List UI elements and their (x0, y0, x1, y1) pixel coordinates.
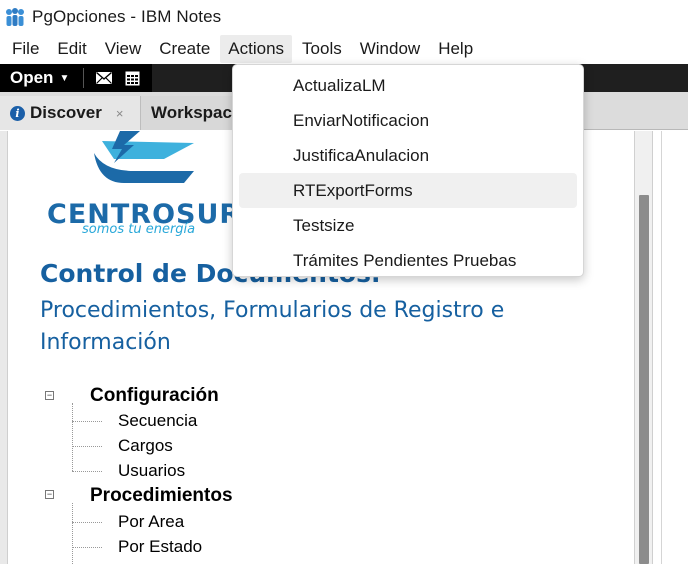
close-icon[interactable]: × (116, 106, 124, 121)
tree-item-secuencia[interactable]: Secuencia (118, 411, 197, 431)
menu-item-enviarnotificacion[interactable]: EnviarNotificacion (239, 103, 577, 138)
chevron-down-icon: ▼ (59, 72, 70, 84)
mail-icon[interactable] (93, 67, 115, 89)
menu-tools[interactable]: Tools (294, 35, 350, 63)
calendar-icon[interactable] (121, 67, 143, 89)
actions-dropdown-menu: ActualizaLM EnviarNotificacion Justifica… (232, 64, 584, 277)
info-icon: i (10, 105, 25, 121)
menu-item-testsize[interactable]: Testsize (239, 208, 577, 243)
ibm-notes-app-icon (6, 8, 24, 26)
tree-section-procedimientos[interactable]: Procedimientos (90, 485, 233, 507)
open-button-label: Open (10, 68, 54, 87)
tree-connector (72, 503, 73, 564)
page-subtitle: Procedimientos, Formularios de Registro … (40, 298, 505, 355)
menu-file[interactable]: File (4, 35, 47, 63)
tab-discover[interactable]: i Discover × (0, 96, 141, 130)
menu-item-actualizalm[interactable]: ActualizaLM (239, 68, 577, 103)
logo-tagline: somos tu energía (82, 222, 196, 237)
tree-connector (72, 421, 102, 422)
tree-connector (72, 471, 102, 472)
menu-item-rtexportforms[interactable]: RTExportForms (239, 173, 577, 208)
window-title: PgOpciones - IBM Notes (32, 7, 222, 26)
scrollbar-thumb[interactable] (639, 195, 649, 564)
menu-help[interactable]: Help (430, 35, 481, 63)
menu-item-justificaanulacion[interactable]: JustificaAnulacion (239, 138, 577, 173)
menu-item-tramites-pendientes[interactable]: Trámites Pendientes Pruebas (239, 243, 577, 278)
tree-item-usuarios[interactable]: Usuarios (118, 461, 185, 481)
menu-actions[interactable]: Actions (220, 35, 293, 63)
menu-bar: File Edit View Create Actions Tools Wind… (0, 34, 688, 64)
right-side-pane (652, 131, 688, 564)
toolbar-divider (83, 68, 85, 88)
collapse-toggle-icon[interactable]: − (45, 391, 54, 400)
menu-window[interactable]: Window (352, 35, 428, 63)
open-button[interactable]: Open ▼ (0, 64, 77, 92)
tree-item-cargos[interactable]: Cargos (118, 436, 173, 456)
title-bar: PgOpciones - IBM Notes (0, 0, 688, 34)
tree-connector (72, 446, 102, 447)
menu-edit[interactable]: Edit (49, 35, 94, 63)
tree-item-por-area[interactable]: Por Area (118, 512, 184, 532)
tree-connector (72, 547, 102, 548)
tree-item-por-estado[interactable]: Por Estado (118, 537, 202, 557)
tree-connector (72, 522, 102, 523)
tab-workspace-label: Workspace (151, 103, 242, 122)
toolbar-group: Open ▼ (0, 64, 153, 92)
tab-discover-label: Discover (30, 103, 102, 122)
pane-divider[interactable] (661, 131, 662, 564)
menu-create[interactable]: Create (151, 35, 218, 63)
tree-connector (72, 403, 73, 471)
tree-section-configuracion[interactable]: Configuración (90, 385, 219, 407)
collapse-toggle-icon[interactable]: − (45, 490, 54, 499)
document-left-frame (0, 131, 8, 564)
menu-view[interactable]: View (97, 35, 150, 63)
